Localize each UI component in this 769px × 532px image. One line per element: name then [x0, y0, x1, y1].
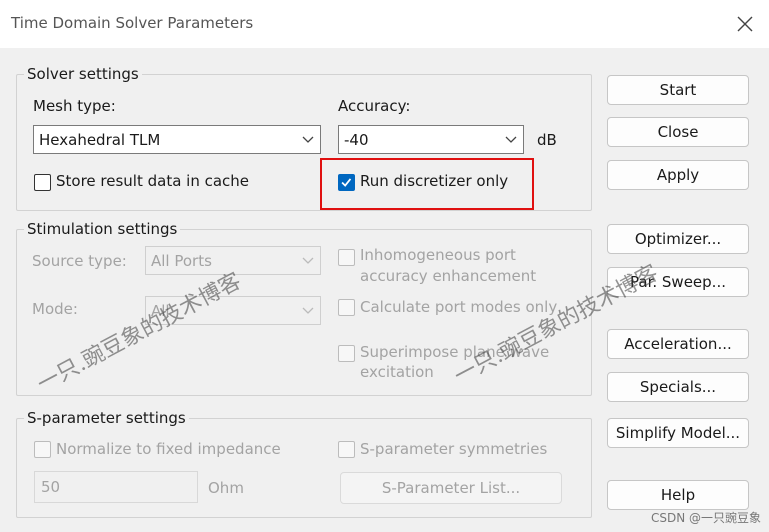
chevron-down-icon — [302, 136, 314, 143]
solver-settings-title: Solver settings — [24, 65, 142, 83]
accuracy-unit: dB — [537, 131, 557, 149]
credit-text: CSDN @一只豌豆象 — [650, 511, 761, 525]
impedance-input[interactable]: 50 — [34, 471, 198, 503]
inhomogeneous-port-checkbox[interactable] — [338, 249, 355, 266]
mode-select[interactable]: All — [145, 296, 321, 325]
optimizer-button[interactable]: Optimizer... — [607, 224, 749, 254]
sparam-settings-title: S-parameter settings — [24, 409, 189, 427]
run-discretizer-checkbox[interactable] — [338, 174, 355, 191]
checkmark-icon — [341, 178, 352, 187]
mesh-type-label: Mesh type: — [33, 97, 116, 115]
sparam-list-button[interactable]: S-Parameter List... — [340, 472, 562, 504]
chevron-down-icon — [302, 257, 314, 264]
help-button[interactable]: Help — [607, 480, 749, 510]
store-cache-checkbox[interactable] — [34, 174, 51, 191]
accuracy-select[interactable]: -40 — [338, 125, 524, 154]
mesh-type-value: Hexahedral TLM — [39, 131, 161, 149]
normalize-impedance-label: Normalize to fixed impedance — [56, 440, 281, 458]
stimulation-settings-title: Stimulation settings — [24, 220, 181, 238]
close-button[interactable]: Close — [607, 117, 749, 147]
accuracy-value: -40 — [344, 131, 369, 149]
impedance-value: 50 — [41, 478, 61, 496]
specials-button[interactable]: Specials... — [607, 372, 749, 402]
superimpose-wave-label-2: excitation — [360, 363, 434, 381]
close-icon[interactable] — [732, 11, 758, 37]
normalize-impedance-checkbox[interactable] — [34, 441, 51, 458]
mode-label: Mode: — [32, 300, 78, 318]
dialog-body: Solver settings Mesh type: Hexahedral TL… — [0, 48, 769, 532]
calc-port-modes-checkbox[interactable] — [338, 299, 355, 316]
sparam-symmetries-label: S-parameter symmetries — [360, 440, 548, 458]
title-bar: Time Domain Solver Parameters — [0, 0, 769, 48]
source-type-value: All Ports — [151, 252, 212, 270]
chevron-down-icon — [505, 136, 517, 143]
mesh-type-select[interactable]: Hexahedral TLM — [33, 125, 321, 154]
inhomogeneous-port-label: Inhomogeneous port — [360, 246, 516, 264]
start-button[interactable]: Start — [607, 75, 749, 105]
apply-button[interactable]: Apply — [607, 160, 749, 190]
acceleration-button[interactable]: Acceleration... — [607, 329, 749, 359]
accuracy-label: Accuracy: — [338, 97, 411, 115]
superimpose-wave-checkbox[interactable] — [338, 345, 355, 362]
store-cache-label: Store result data in cache — [56, 172, 250, 190]
source-type-label: Source type: — [32, 252, 127, 270]
window-title: Time Domain Solver Parameters — [11, 14, 254, 32]
inhomogeneous-port-label-2: accuracy enhancement — [360, 267, 537, 285]
simplify-model-button[interactable]: Simplify Model... — [607, 418, 749, 448]
source-type-select[interactable]: All Ports — [145, 246, 321, 275]
run-discretizer-label: Run discretizer only — [360, 172, 509, 190]
superimpose-wave-label: Superimpose plane wave — [360, 343, 550, 361]
mode-value: All — [151, 302, 170, 320]
impedance-unit: Ohm — [208, 479, 244, 497]
chevron-down-icon — [302, 307, 314, 314]
sparam-symmetries-checkbox[interactable] — [338, 441, 355, 458]
calc-port-modes-label: Calculate port modes only — [360, 298, 558, 316]
par-sweep-button[interactable]: Par. Sweep... — [607, 267, 749, 297]
